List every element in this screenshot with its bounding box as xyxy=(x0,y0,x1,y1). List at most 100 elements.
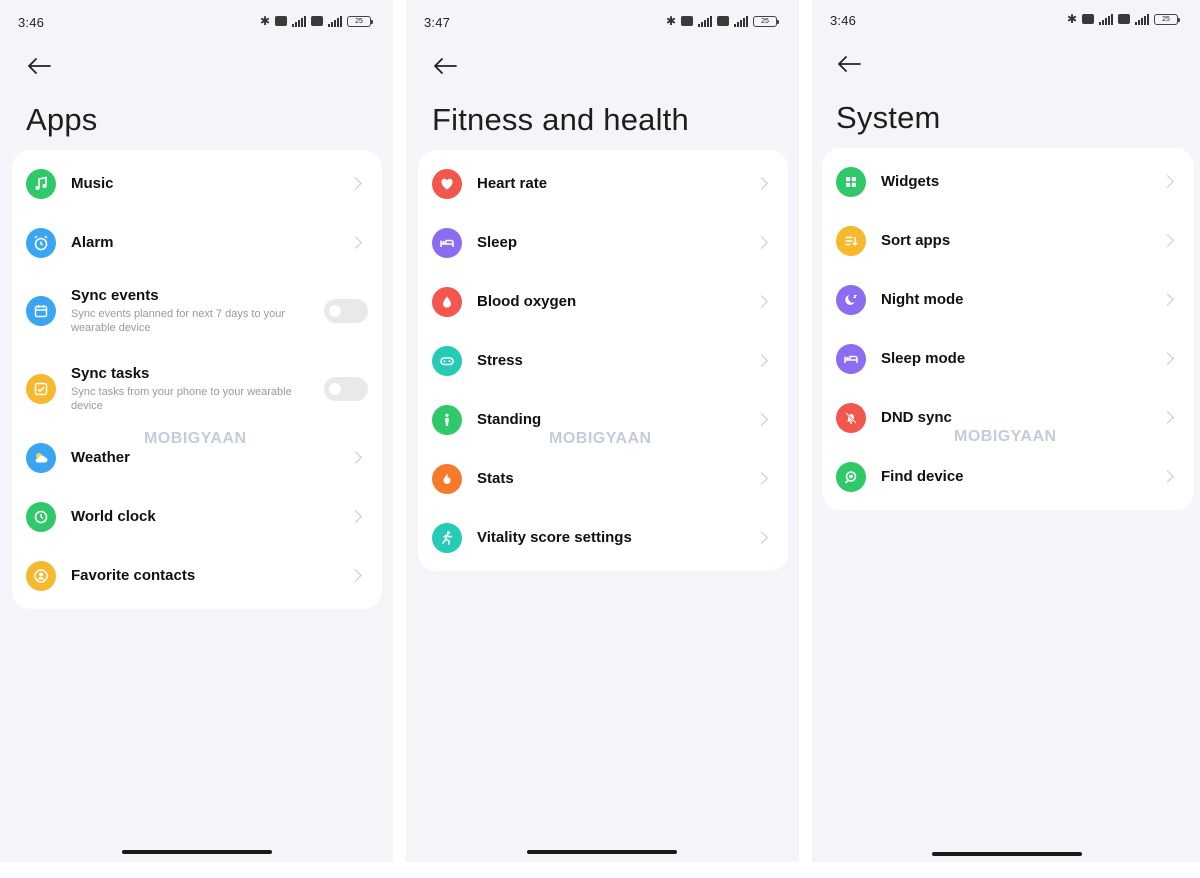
list-item-favorite-contacts[interactable]: Favorite contacts xyxy=(12,546,382,605)
list-item-night-mode[interactable]: Night mode xyxy=(822,270,1194,329)
home-indicator[interactable] xyxy=(527,850,677,854)
chevron-right-icon xyxy=(349,569,362,582)
heart-icon xyxy=(432,168,462,199)
list-item-world-clock[interactable]: World clock xyxy=(12,487,382,546)
list-item-vitality-score-settings[interactable]: Vitality score settings xyxy=(418,508,788,567)
list-item-music[interactable]: Music xyxy=(12,154,382,213)
list-item-find-device[interactable]: Find device xyxy=(822,447,1194,506)
list-item-label: Blood oxygen xyxy=(477,293,577,310)
standing-person-icon xyxy=(432,404,462,435)
volte-icon xyxy=(717,16,729,26)
list-item-label: Sort apps xyxy=(881,232,951,249)
back-arrow-icon[interactable] xyxy=(26,56,52,76)
chevron-right-icon xyxy=(349,236,362,249)
chevron-right-icon xyxy=(755,177,768,190)
list-item-label: Alarm xyxy=(71,234,114,251)
list-item-blood-oxygen[interactable]: Blood oxygen xyxy=(418,272,788,331)
battery-icon: 25 xyxy=(753,15,779,27)
list-item-sleep-mode[interactable]: Sleep mode xyxy=(822,329,1194,388)
home-indicator[interactable] xyxy=(932,852,1082,856)
list-item-widgets[interactable]: Widgets xyxy=(822,152,1194,211)
status-icons: ✱ 25 xyxy=(665,14,779,28)
stress-icon xyxy=(432,345,462,376)
list-item-label: Widgets xyxy=(881,173,940,190)
chevron-right-icon xyxy=(755,295,768,308)
system-screen: 3:46 ✱ 25 System Widgets Sort apps Night… xyxy=(812,0,1200,862)
chevron-right-icon xyxy=(755,413,768,426)
list-item-label: World clock xyxy=(71,508,156,525)
bluetooth-icon: ✱ xyxy=(1066,12,1077,26)
droplet-icon xyxy=(432,286,462,317)
list-item-sync-events: Sync events Sync events planned for next… xyxy=(12,272,382,350)
checkbox-icon xyxy=(26,374,56,404)
list-item-label: Standing xyxy=(477,411,542,428)
list-item-label: Sync events xyxy=(71,287,159,304)
list-item-label: Music xyxy=(71,175,114,192)
list-item-label: Stats xyxy=(477,470,514,487)
chevron-right-icon xyxy=(349,510,362,523)
signal-icon xyxy=(1135,13,1149,25)
volte-icon xyxy=(681,16,693,26)
bed-icon xyxy=(836,343,866,374)
status-time: 3:46 xyxy=(830,13,857,28)
bed-icon xyxy=(432,227,462,258)
sort-list-icon xyxy=(836,225,866,256)
weather-icon xyxy=(26,442,56,473)
battery-icon: 25 xyxy=(1154,13,1180,25)
find-device-icon xyxy=(836,461,866,492)
moon-icon xyxy=(836,284,866,315)
list-item-label: Vitality score settings xyxy=(477,529,632,546)
list-item-heart-rate[interactable]: Heart rate xyxy=(418,154,788,213)
list-item-sleep[interactable]: Sleep xyxy=(418,213,788,272)
bluetooth-icon: ✱ xyxy=(665,14,676,28)
chevron-right-icon xyxy=(755,531,768,544)
chevron-right-icon xyxy=(755,236,768,249)
music-note-icon xyxy=(26,168,56,199)
status-icons: ✱ 25 xyxy=(259,14,373,28)
chevron-right-icon xyxy=(755,354,768,367)
contact-icon xyxy=(26,560,56,591)
system-list: Widgets Sort apps Night mode Sleep mode xyxy=(822,148,1194,510)
status-bar: 3:47 ✱ 25 xyxy=(406,0,799,44)
list-item-label: Favorite contacts xyxy=(71,567,196,584)
list-item-sort-apps[interactable]: Sort apps xyxy=(822,211,1194,270)
volte-icon xyxy=(311,16,323,26)
flame-icon xyxy=(432,463,462,494)
volte-icon xyxy=(275,16,287,26)
watermark: MOBIGYAAN xyxy=(144,430,247,447)
battery-icon: 25 xyxy=(347,15,373,27)
list-item-label: Sync tasks xyxy=(71,365,150,382)
apps-screen: 3:46 ✱ 25 Apps Music Alarm Sync events S… xyxy=(0,0,393,862)
calendar-icon xyxy=(26,296,56,326)
apps-list: Music Alarm Sync events Sync events plan… xyxy=(12,150,382,609)
sync-tasks-toggle[interactable] xyxy=(324,377,368,401)
bluetooth-icon: ✱ xyxy=(259,14,270,28)
widgets-grid-icon xyxy=(836,166,866,197)
back-arrow-icon[interactable] xyxy=(836,54,862,74)
chevron-right-icon xyxy=(1161,411,1174,424)
list-item-alarm[interactable]: Alarm xyxy=(12,213,382,272)
page-title: Fitness and health xyxy=(432,102,689,137)
back-arrow-icon[interactable] xyxy=(432,56,458,76)
page-title: Apps xyxy=(26,102,98,137)
fitness-list: Heart rate Sleep Blood oxygen Stress Sta… xyxy=(418,150,788,571)
status-time: 3:47 xyxy=(424,15,451,30)
list-item-stress[interactable]: Stress xyxy=(418,331,788,390)
status-bar: 3:46 ✱ 25 xyxy=(0,0,393,44)
home-indicator[interactable] xyxy=(122,850,272,854)
signal-icon xyxy=(292,15,306,27)
signal-icon xyxy=(328,15,342,27)
clock-icon xyxy=(26,501,56,532)
list-item-label: Weather xyxy=(71,449,130,466)
chevron-right-icon xyxy=(1161,352,1174,365)
page-title: System xyxy=(836,100,941,135)
list-item-label: Find device xyxy=(881,468,964,485)
chevron-right-icon xyxy=(1161,234,1174,247)
chevron-right-icon xyxy=(755,472,768,485)
signal-icon xyxy=(734,15,748,27)
list-item-sync-tasks: Sync tasks Sync tasks from your phone to… xyxy=(12,350,382,428)
list-item-label: Sleep mode xyxy=(881,350,966,367)
list-item-stats[interactable]: Stats xyxy=(418,449,788,508)
list-item-description: Sync tasks from your phone to your weara… xyxy=(71,386,292,412)
sync-events-toggle[interactable] xyxy=(324,299,368,323)
